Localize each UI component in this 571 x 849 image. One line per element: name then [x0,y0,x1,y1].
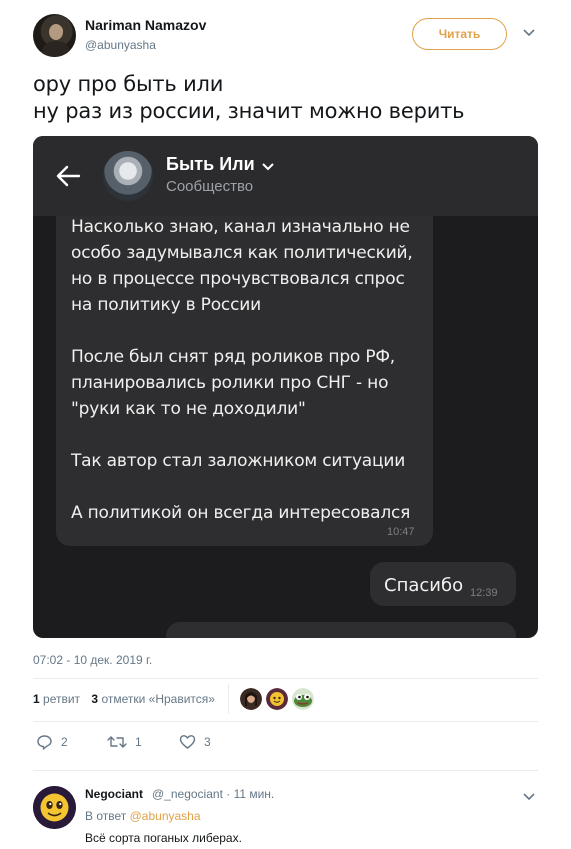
reply-to-handle-link[interactable]: @abunyasha [130,809,201,823]
chat-header: Быть Или Сообщество [33,136,538,216]
message-paragraph: Так автор стал заложником ситуации [71,451,406,471]
liker-avatar[interactable] [240,688,262,710]
chevron-down-icon [262,163,274,171]
tweet-timestamp[interactable]: 07:02 - 10 дек. 2019 г. [33,653,152,667]
back-arrow-icon [56,165,81,187]
author-avatar[interactable] [33,14,76,57]
message-paragraph: После был снят ряд роликов про РФ, плани… [71,347,396,419]
author-handle[interactable]: @abunyasha [85,38,156,52]
retweet-count[interactable]: 1 [33,692,40,706]
reply-count: 2 [61,735,68,749]
divider [33,770,538,771]
partial-message-bubble [166,622,516,638]
divider [33,721,538,722]
retweet-icon [107,736,127,748]
outgoing-message-time: 12:39 [470,587,498,599]
reply-author-avatar[interactable] [33,786,76,829]
reply-icon [37,735,52,750]
reply-author-meta[interactable]: @_negociant · 11 мин. [152,787,274,801]
retweet-label[interactable]: ретвит [43,692,80,706]
like-button[interactable]: 3 [179,734,211,750]
channel-title: Быть Или [166,154,255,174]
retweet-button[interactable]: 1 [107,734,142,750]
reply-to-label: В ответ [85,809,127,823]
tweet-stats: 1 ретвит 3 отметки «Нравится» [33,692,215,706]
author-name[interactable]: Nariman Namazov [85,17,206,33]
follow-button[interactable]: Читать [412,18,507,50]
incoming-message-text: Насколько знаю, канал изначально не особ… [71,214,431,526]
tweet-media-image[interactable]: Насколько знаю, канал изначально не особ… [33,136,538,638]
reply-button[interactable]: 2 [36,734,68,750]
divider [33,678,538,679]
tweet-line-1: ору про быть или [33,72,224,96]
channel-avatar [103,151,153,201]
liker-avatar[interactable] [292,688,314,710]
tweet-line-2: ну раз из россии, значит можно верить [33,99,465,123]
message-time: 10:47 [387,526,415,538]
divider [228,684,229,714]
retweet-action-count: 1 [135,735,142,749]
heart-icon [179,735,196,749]
message-paragraph: А политикой он всегда интересовался [71,503,411,523]
outgoing-message-text: Спасибо [384,575,464,596]
chevron-down-icon[interactable] [522,790,536,804]
message-paragraph: Насколько знаю, канал изначально не особ… [71,217,413,315]
like-label[interactable]: отметки «Нравится» [101,692,215,706]
reply-author-name[interactable]: Negociant [85,787,143,801]
reply-text: Всё сорта поганых либерах. [85,831,242,845]
chevron-down-icon[interactable] [522,26,536,40]
tweet-text: ору про быть или ну раз из россии, значи… [33,71,465,125]
liker-avatar[interactable] [266,688,288,710]
like-count[interactable]: 3 [91,692,98,706]
channel-subtitle: Сообщество [166,178,254,195]
reply-to-line: В ответ @abunyasha [85,809,201,823]
like-action-count: 3 [204,735,211,749]
